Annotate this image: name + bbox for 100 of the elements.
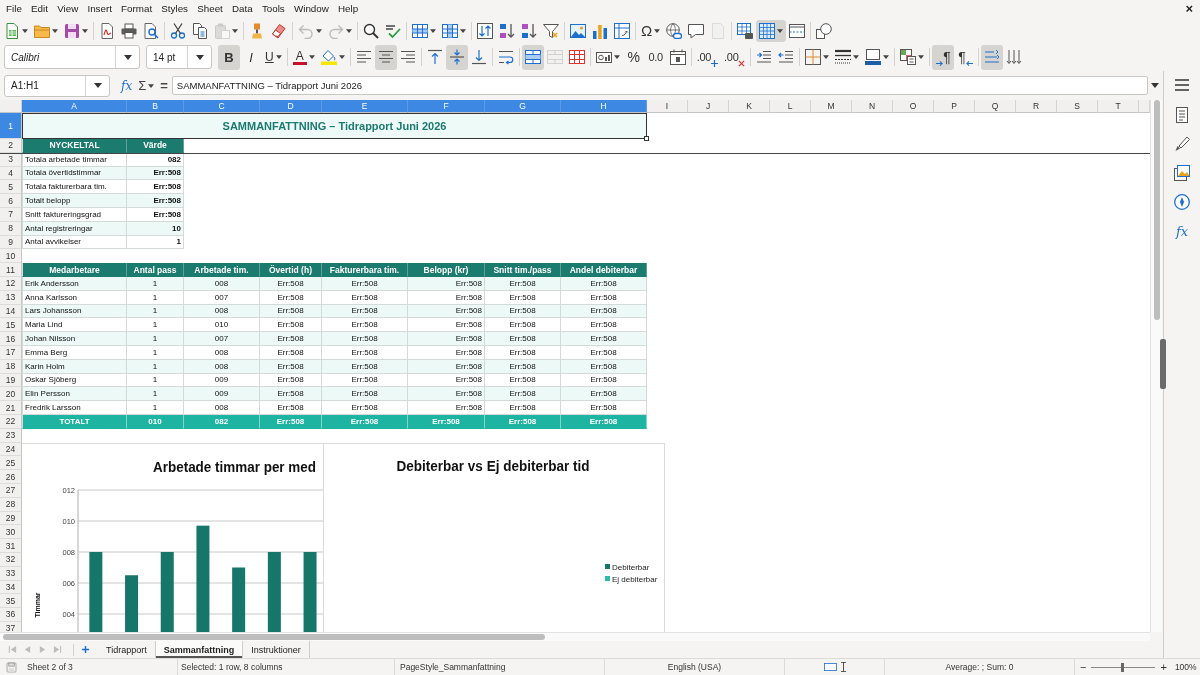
align-center-button[interactable] xyxy=(374,44,397,70)
percent-button[interactable]: % xyxy=(622,44,645,70)
table-cell: Err:508 xyxy=(561,387,647,402)
menu-item[interactable]: Format xyxy=(116,2,157,16)
column-header[interactable]: J xyxy=(688,100,729,113)
menu-item[interactable]: Tools xyxy=(257,2,290,16)
vertical-scrollbar[interactable] xyxy=(1150,100,1162,632)
font-color-button[interactable]: A xyxy=(289,44,318,70)
cell-reference-field[interactable]: A1:H1 xyxy=(4,74,110,97)
menu-item[interactable]: Help xyxy=(333,2,363,16)
formula-button[interactable]: = xyxy=(157,75,171,96)
column-header[interactable]: C xyxy=(184,100,260,113)
row-header[interactable]: 36 xyxy=(0,608,22,622)
row-header[interactable]: 6 xyxy=(0,194,22,208)
bold-button[interactable]: B xyxy=(218,44,240,70)
column-header[interactable]: I xyxy=(647,100,688,113)
italic-button[interactable]: I xyxy=(240,44,262,70)
column-header[interactable]: R xyxy=(1016,100,1057,113)
zoom-in-button[interactable]: + xyxy=(1158,661,1169,673)
table-header: NYCKELTAL xyxy=(22,139,127,153)
menu-item[interactable]: Window xyxy=(289,2,334,16)
row-header[interactable]: 25 xyxy=(0,456,22,471)
column-header[interactable]: O xyxy=(893,100,934,113)
left-to-right-button[interactable]: ¶ xyxy=(932,44,955,70)
right-to-left-button[interactable]: ¶ xyxy=(954,44,977,70)
menu-item[interactable]: Edit xyxy=(26,2,53,16)
column-header[interactable]: D xyxy=(260,100,322,113)
center-vertically-button[interactable] xyxy=(445,44,468,70)
row-header[interactable]: 30 xyxy=(0,525,22,540)
row-header[interactable]: 21 xyxy=(0,401,22,415)
close-button[interactable]: × xyxy=(1182,2,1196,16)
add-decimal-button[interactable]: .00 xyxy=(693,44,722,70)
column-header[interactable]: G xyxy=(485,100,561,113)
freeze-button[interactable] xyxy=(756,19,787,42)
column-header[interactable]: S xyxy=(1057,100,1098,113)
functions-tab[interactable]: fx xyxy=(1169,220,1195,242)
column-header[interactable]: L xyxy=(770,100,811,113)
underline-button[interactable]: U xyxy=(262,44,285,70)
scrollbar-thumb[interactable] xyxy=(1153,100,1160,320)
column-header[interactable]: P xyxy=(934,100,975,113)
column-header[interactable]: H xyxy=(561,100,647,113)
row-header[interactable]: 1 xyxy=(0,113,22,139)
row-header[interactable]: 10 xyxy=(0,249,22,264)
number-format-button[interactable]: 0.0 xyxy=(644,44,667,70)
zoom-level[interactable]: 100% xyxy=(1174,662,1197,672)
grid-icon xyxy=(442,22,458,39)
column-header[interactable]: E xyxy=(322,100,408,113)
row-header[interactable]: 31 xyxy=(0,539,22,553)
lines-arrows-icon xyxy=(984,49,1001,65)
row-header[interactable]: 20 xyxy=(0,387,22,402)
row-header[interactable]: 11 xyxy=(0,263,22,277)
menu-item[interactable]: Data xyxy=(227,2,258,16)
row-header[interactable]: 26 xyxy=(0,470,22,484)
font-name-field[interactable]: Calibri xyxy=(4,45,140,69)
globe-link-icon xyxy=(666,22,683,39)
special-character-button[interactable]: Ω xyxy=(638,19,664,42)
row-header[interactable]: 5 xyxy=(0,180,22,195)
horizontal-scrollbar[interactable] xyxy=(0,632,1150,641)
menu-item[interactable]: Styles xyxy=(156,2,193,16)
row-header[interactable]: 2 xyxy=(0,139,22,153)
sheet-tab[interactable]: Sammanfattning xyxy=(155,641,244,658)
column-header[interactable]: Q xyxy=(975,100,1016,113)
sheet-indicator: Sheet 2 of 3 xyxy=(27,662,73,672)
row-header[interactable]: 16 xyxy=(0,332,22,346)
formula-input[interactable]: SAMMANFATTNING – Tidrapport Juni 2026 xyxy=(171,76,1148,95)
sum-button[interactable]: Σ xyxy=(135,75,158,96)
sidebar-grip[interactable] xyxy=(1160,339,1166,389)
slider-thumb[interactable] xyxy=(1120,662,1124,672)
column-header[interactable]: B xyxy=(127,100,184,113)
function-wizard-button[interactable]: fx xyxy=(118,75,136,96)
table-cell: Err:508 xyxy=(322,387,408,402)
page-style[interactable]: PageStyle_Sammanfattning xyxy=(400,662,506,672)
text-cursor-icon[interactable] xyxy=(840,662,846,672)
fill-handle[interactable] xyxy=(644,136,649,141)
merge-center-button[interactable] xyxy=(521,44,544,70)
column-header[interactable]: N xyxy=(852,100,893,113)
menu-item[interactable]: Insert xyxy=(82,2,117,16)
table-cell: Err:508 xyxy=(485,318,561,333)
menu-item[interactable]: View xyxy=(52,2,83,16)
menu-item[interactable]: Sheet xyxy=(192,2,228,16)
column-header[interactable]: F xyxy=(408,100,485,113)
column-header[interactable]: M xyxy=(811,100,852,113)
menu-item[interactable]: File xyxy=(1,2,27,16)
rectangle-icon[interactable] xyxy=(823,663,837,671)
row-header[interactable]: 35 xyxy=(0,594,22,609)
caret-icon xyxy=(1151,83,1159,88)
row-header[interactable]: 15 xyxy=(0,318,22,333)
column-header[interactable]: A xyxy=(22,100,127,113)
zoom-out-button[interactable]: − xyxy=(1078,661,1089,673)
language[interactable]: English (USA) xyxy=(667,662,722,672)
table-header: Fakturerbara tim. xyxy=(322,263,408,277)
column-header[interactable]: T xyxy=(1098,100,1139,113)
compass-icon xyxy=(1174,194,1190,210)
column-header[interactable]: K xyxy=(729,100,770,113)
colored-grid-icon xyxy=(900,49,917,65)
sheet-tab[interactable]: Instruktioner xyxy=(243,641,310,658)
scrollbar-thumb[interactable] xyxy=(3,634,545,640)
font-size-field[interactable]: 14 pt xyxy=(146,45,212,69)
sheet-tab[interactable]: Tidrapport xyxy=(98,641,156,658)
delete-decimal-button[interactable]: .00 xyxy=(721,44,749,70)
